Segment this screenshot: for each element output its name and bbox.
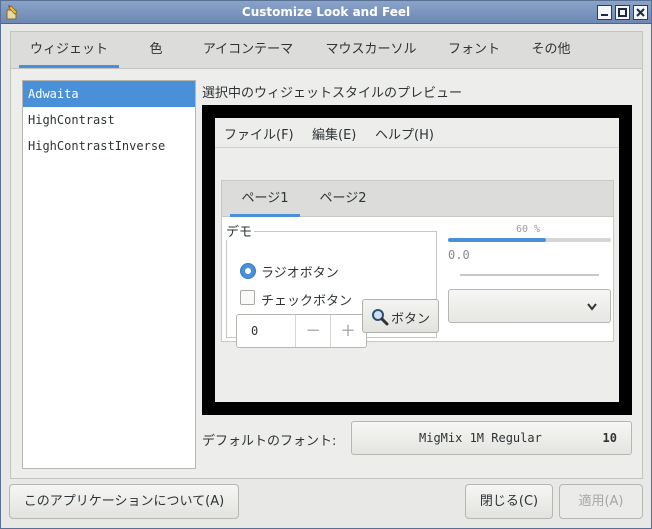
demo-spin-button[interactable]: 0 − + bbox=[236, 314, 367, 348]
demo-progress-bar bbox=[448, 238, 611, 242]
minimize-button[interactable] bbox=[597, 5, 612, 20]
close-dialog-button[interactable]: 閉じる(C) bbox=[465, 484, 553, 519]
demo-radio[interactable] bbox=[240, 263, 256, 279]
default-font-button[interactable]: MigMix 1M Regular 10 bbox=[351, 421, 632, 455]
spin-increment-button[interactable]: + bbox=[330, 315, 365, 347]
default-font-label: デフォルトのフォント: bbox=[202, 434, 337, 449]
preview-tab-page1[interactable]: ページ1 bbox=[230, 181, 300, 217]
magnifier-icon bbox=[372, 309, 389, 326]
demo-scale[interactable] bbox=[460, 274, 599, 276]
demo-combo-box[interactable] bbox=[448, 289, 611, 323]
tab-widget[interactable]: ウィジェット bbox=[19, 32, 119, 68]
main-tab-bar: ウィジェット 色 アイコンテーマ マウスカーソル フォント その他 bbox=[10, 31, 643, 68]
window-title: Customize Look and Feel bbox=[241, 5, 411, 19]
progress-fill bbox=[448, 238, 546, 242]
scale-value: 0.0 bbox=[448, 248, 470, 262]
widget-preview: ファイル(F) 編集(E) ヘルプ(H) ページ1 ページ2 デモ ラジオボタン… bbox=[215, 118, 619, 402]
widget-preview-frame: ファイル(F) 編集(E) ヘルプ(H) ページ1 ページ2 デモ ラジオボタン… bbox=[202, 105, 632, 415]
tab-icon-theme[interactable]: アイコンテーマ bbox=[193, 32, 303, 68]
preview-tab-bar: ページ1 ページ2 bbox=[222, 181, 613, 217]
demo-legend: デモ bbox=[226, 221, 255, 240]
menu-help[interactable]: ヘルプ(H) bbox=[375, 124, 434, 143]
tab-font[interactable]: フォント bbox=[439, 32, 509, 68]
preview-label: 選択中のウィジェットスタイルのプレビュー bbox=[202, 86, 463, 101]
tab-mouse-cursor[interactable]: マウスカーソル bbox=[316, 32, 426, 68]
spin-value[interactable]: 0 bbox=[251, 324, 258, 338]
font-name: MigMix 1M Regular bbox=[419, 431, 542, 445]
demo-checkbox-label[interactable]: チェックボタン bbox=[261, 290, 352, 309]
title-bar[interactable]: Customize Look and Feel bbox=[1, 1, 651, 24]
theme-item-highcontrast[interactable]: HighContrast bbox=[23, 107, 195, 133]
preview-tab-page2[interactable]: ページ2 bbox=[308, 181, 378, 217]
chevron-down-icon bbox=[587, 303, 597, 311]
widget-theme-list[interactable]: Adwaita HighContrast HighContrastInverse bbox=[22, 80, 196, 469]
spin-decrement-button[interactable]: − bbox=[295, 315, 330, 347]
preview-tab-body: デモ ラジオボタン チェックボタン 0 − + ボタン 60 % 0.0 bbox=[222, 217, 613, 348]
tab-color[interactable]: 色 bbox=[136, 32, 176, 68]
menu-edit[interactable]: 編集(E) bbox=[312, 124, 356, 143]
preview-menubar: ファイル(F) 編集(E) ヘルプ(H) bbox=[215, 118, 619, 148]
maximize-icon bbox=[618, 8, 627, 17]
preview-notebook: ページ1 ページ2 デモ ラジオボタン チェックボタン 0 − + ボタン 60… bbox=[221, 180, 614, 348]
apply-button[interactable]: 適用(A) bbox=[559, 484, 643, 519]
minimize-icon bbox=[601, 14, 608, 16]
maximize-button[interactable] bbox=[615, 5, 630, 20]
tab-other[interactable]: その他 bbox=[523, 32, 579, 68]
customize-window: Customize Look and Feel ウィジェット 色 アイコンテーマ… bbox=[0, 0, 652, 529]
font-size: 10 bbox=[602, 431, 617, 445]
demo-button-label: ボタン bbox=[391, 312, 431, 327]
menu-file[interactable]: ファイル(F) bbox=[224, 124, 294, 143]
close-icon bbox=[636, 8, 645, 17]
theme-item-highcontrastinverse[interactable]: HighContrastInverse bbox=[23, 133, 195, 159]
demo-radio-label[interactable]: ラジオボタン bbox=[261, 262, 339, 281]
demo-button[interactable]: ボタン bbox=[362, 299, 439, 333]
progress-text: 60 % bbox=[516, 224, 541, 235]
theme-item-adwaita[interactable]: Adwaita bbox=[23, 81, 195, 107]
about-button[interactable]: このアプリケーションについて(A) bbox=[9, 484, 239, 519]
demo-checkbox[interactable] bbox=[240, 290, 255, 305]
close-button[interactable] bbox=[633, 5, 648, 20]
